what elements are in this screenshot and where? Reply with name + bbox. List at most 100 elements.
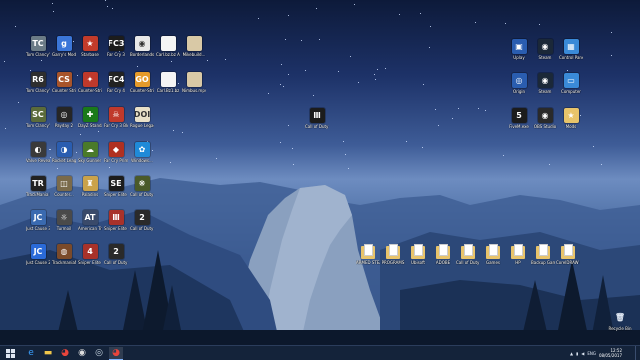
app-icon: CS: [56, 72, 72, 87]
desktop-icon[interactable]: JC Just Cause 2: [26, 244, 50, 265]
folder-icon[interactable]: ADOBE: [431, 244, 455, 265]
clock[interactable]: 12:52 08/05/2017: [599, 348, 622, 358]
app-icon: ◉: [537, 39, 553, 54]
start-icon[interactable]: [2, 347, 18, 359]
desktop-icon[interactable]: ◉ OBS Studio: [533, 108, 557, 129]
desktop-icon[interactable]: ✚DayZ Standalone: [78, 107, 102, 128]
desktop-icon[interactable]: ◉ Steam: [533, 73, 557, 94]
desktop-icon[interactable]: ✦Counter-Strike Global...: [78, 72, 102, 93]
desktop-icon[interactable]: SESniper Elite 3: [104, 176, 128, 197]
star: [375, 79, 376, 80]
desktop-icon[interactable]: ★ Mods: [559, 108, 583, 129]
desktop-icon[interactable]: ◫ Counter...: [52, 176, 76, 197]
desktop-icon[interactable]: SCTom Clancy's Splinter Cell...: [26, 107, 50, 128]
desktop-icon[interactable]: GOCounter-Strike: Global Off...: [130, 72, 154, 93]
desktop-icon[interactable]: 5 FiveM.exe: [507, 108, 531, 129]
folder-label: PROGRAMS: [381, 260, 405, 265]
desktop-icon-label: Counter...: [54, 192, 74, 197]
desktop-icon-label: Sniper Elite 4: [104, 226, 128, 231]
desktop-icon-label: Turmoil: [56, 226, 72, 231]
chrome-icon[interactable]: ◕: [109, 347, 123, 360]
file-explorer-icon[interactable]: ▬: [41, 347, 55, 359]
desktop-icon[interactable]: ☼ Turmoil: [52, 210, 76, 231]
desktop-icon[interactable]: ▣ Uplay: [507, 39, 531, 60]
desktop-icon-label: OBS Studio: [533, 124, 557, 129]
star: [280, 84, 281, 85]
folder-icon[interactable]: Backup Games...: [531, 244, 555, 265]
recycle-bin-icon[interactable]: 🗑 Recycle Bin: [608, 310, 632, 331]
star: [80, 134, 81, 135]
desktop-icon-label: Counter-Strike Global...: [78, 88, 102, 93]
chrome-icon[interactable]: ◕: [58, 347, 72, 359]
desktop-icon[interactable]: Nimbus.mp4...: [182, 72, 206, 93]
desktop-icon[interactable]: g Garry's Mod: [52, 36, 76, 57]
desktop-icon[interactable]: ⅢSniper Elite 4: [104, 210, 128, 231]
star: [319, 39, 320, 40]
folder-icon[interactable]: Call of Duty Black Ops...: [456, 244, 480, 265]
desktop-icon[interactable]: ◐Valve Reveal the Great...: [26, 142, 50, 163]
desktop-icon[interactable]: ★ Starbase: [78, 36, 102, 57]
chevron-up-icon[interactable]: ▲: [570, 351, 573, 356]
volume-icon[interactable]: ◀: [581, 351, 584, 356]
desktop-icon[interactable]: ◉ Borderlands: [130, 36, 154, 57]
desktop-icon[interactable]: 2Call of Duty Modern...: [104, 244, 128, 265]
language-indicator[interactable]: ENG: [587, 351, 596, 356]
desktop-icon[interactable]: ❋Call of Duty WWII: [130, 176, 154, 197]
star: [105, 0, 106, 1]
folder-label: ARMED STEAM: [356, 260, 380, 265]
star: [207, 60, 208, 61]
desktop-icon[interactable]: TCTom Clancy's Splinter Cell...: [26, 36, 50, 57]
desktop-icon[interactable]: ▦ Control Panel: [559, 39, 583, 60]
star: [76, 152, 77, 153]
desktop-icon-label: Origin: [512, 89, 526, 94]
desktop-icon[interactable]: CSCounter Strike...: [52, 72, 76, 93]
internet-explorer-icon[interactable]: e: [24, 347, 38, 359]
star: [98, 131, 99, 132]
obs-icon[interactable]: ◉: [75, 347, 89, 359]
desktop-icon[interactable]: TRTrackMania Nations: [26, 176, 50, 197]
desktop-icon[interactable]: ☁Sky Gunner Ace: [78, 142, 102, 163]
desktop-icon[interactable]: ⅢCall of Duty Black Ops III: [305, 108, 329, 129]
star: [53, 11, 54, 12]
desktop-icon[interactable]: ▭ Computer: [559, 73, 583, 94]
desktop-icon[interactable]: R6Tom Clancy's Rainbow Six: [26, 72, 50, 93]
steam-icon[interactable]: ◎: [92, 347, 106, 359]
star: [438, 125, 439, 126]
desktop-icon[interactable]: ☠Far Cry 3 Blood Dragon: [104, 107, 128, 128]
folder-icon[interactable]: Games: [481, 244, 505, 265]
star: [505, 23, 506, 24]
recycle-bin-label: Recycle Bin: [608, 326, 632, 331]
desktop-icon[interactable]: Carl.Bz1.bz: [156, 72, 180, 93]
folder-icon[interactable]: ARMED STEAM: [356, 244, 380, 265]
desktop-icon-label: Far Cry 3 Blood Dragon: [104, 123, 128, 128]
desktop-icon[interactable]: ✿ Windows...: [130, 142, 154, 163]
desktop-icon[interactable]: DOIRogue Legacy: [130, 107, 154, 128]
desktop-icon[interactable]: ◎ Payday 2: [52, 107, 76, 128]
desktop-icon[interactable]: Carl.bz.bz ARK: [156, 36, 180, 57]
desktop-icon[interactable]: FC3 Far Cry 3: [104, 36, 128, 57]
desktop-icon[interactable]: ◍TrackmaniaNF: [52, 244, 76, 265]
app-icon: Ⅲ: [309, 108, 325, 123]
desktop-icon[interactable]: ◎ Origin: [507, 73, 531, 94]
star: [285, 39, 286, 40]
desktop-icon[interactable]: ◆Far Cry Primal: [104, 142, 128, 163]
desktop-icon[interactable]: ◑Rocket League: [52, 142, 76, 163]
folder-icon[interactable]: PROGRAMS: [381, 244, 405, 265]
folder-icon[interactable]: Ubisoft: [406, 244, 430, 265]
star: [225, 59, 226, 60]
desktop-icon[interactable]: JCJust Cause 3 Multiplayer: [26, 210, 50, 231]
desktop-icon[interactable]: 2Call of Duty Modern...: [130, 210, 154, 231]
folder-icon[interactable]: CorelDRAW Graphics Su...: [556, 244, 580, 265]
network-icon[interactable]: ▮: [576, 351, 578, 356]
desktop-icon[interactable]: ATAmerican Truck Sim...: [78, 210, 102, 231]
desktop-icon[interactable]: Mikebuild...: [182, 36, 206, 57]
star: [343, 141, 344, 142]
desktop-icon[interactable]: FC4 Far Cry 4: [104, 72, 128, 93]
desktop-icon[interactable]: ♜ Paladins: [78, 176, 102, 197]
folder-icon[interactable]: HP: [506, 244, 530, 265]
desktop-icon[interactable]: ◉ Steam: [533, 39, 557, 60]
folder-label: Games: [486, 260, 500, 265]
desktop-icon[interactable]: 4Sniper Elite 4: [78, 244, 102, 265]
desktop-icon-label: Garry's Mod: [52, 52, 76, 57]
show-desktop-button[interactable]: [635, 346, 640, 360]
